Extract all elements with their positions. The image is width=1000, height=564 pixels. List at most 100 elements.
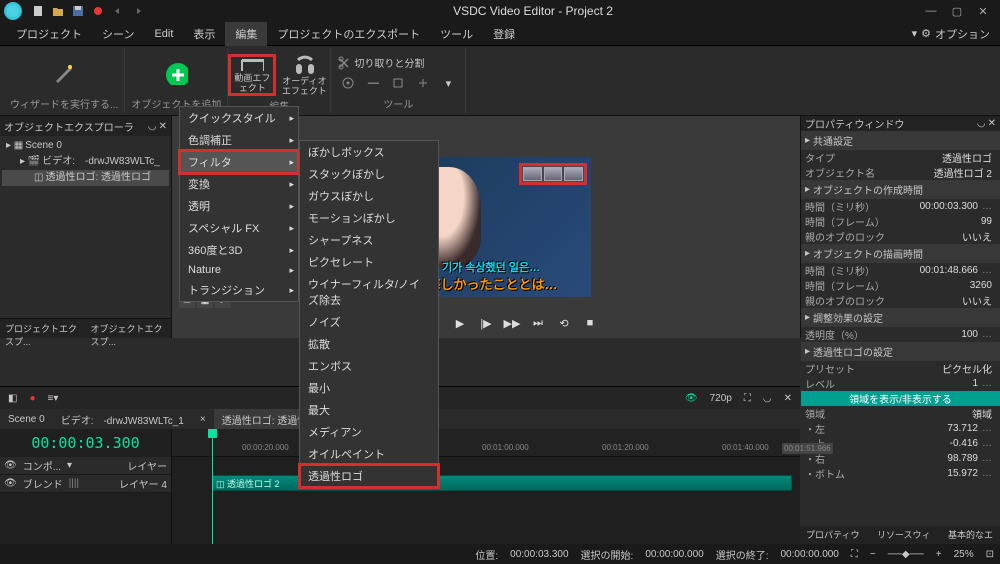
cut-split-button[interactable]: 切り取りと分割: [337, 55, 459, 70]
tree-video[interactable]: ▸ 🎬 ビデオ: -drwJW83WLTc_: [2, 154, 169, 170]
zoom-slider[interactable]: ──◆──: [888, 549, 924, 560]
panel-close-icon[interactable]: ✕: [988, 118, 996, 129]
app-logo: [4, 2, 22, 20]
filter-diffuse[interactable]: 拡散: [300, 333, 438, 355]
filter-sharpen[interactable]: シャープネス: [300, 229, 438, 251]
tl-eye-icon[interactable]: 👁: [681, 391, 702, 406]
selection-handles[interactable]: [519, 163, 587, 185]
new-icon[interactable]: [31, 4, 45, 18]
menu-edit[interactable]: 編集: [225, 22, 267, 46]
eye-icon[interactable]: 👁: [4, 478, 17, 489]
open-icon[interactable]: [51, 4, 65, 18]
menu-project[interactable]: プロジェクト: [6, 22, 92, 46]
filter-stackblur[interactable]: スタックぼかし: [300, 163, 438, 185]
filter-blurbox[interactable]: ぼかしボックス: [300, 141, 438, 163]
tool-b[interactable]: —: [362, 72, 384, 94]
panel-close-icon[interactable]: ✕: [159, 121, 167, 132]
menu-export[interactable]: プロジェクトのエクスポート: [267, 22, 430, 46]
filter-wiener[interactable]: ウイナーフィルタ/ノイズ除去: [300, 273, 438, 311]
properties-panel: プロパティウィンドウ ◡✕ ▸共通設定 タイプ透過性ロゴ オブジェクト名透過性ロ…: [800, 116, 1000, 338]
tl-x-icon[interactable]: ◧: [4, 391, 21, 406]
audio-fx-button[interactable]: オーディオエフェクト: [278, 54, 330, 96]
tl-res[interactable]: 720p: [706, 391, 736, 406]
add-object-button[interactable]: [159, 52, 193, 94]
tab-project-explorer[interactable]: プロジェクトエクスプ...: [0, 319, 86, 338]
filter-motion[interactable]: モーションぼかし: [300, 207, 438, 229]
menu-scene[interactable]: シーン: [92, 22, 144, 46]
rtab-props[interactable]: プロパティウィン...: [800, 526, 871, 544]
timeline-tracks[interactable]: 00:00:20.000 00:00:40.000 00:01:00.000 0…: [172, 429, 800, 544]
zoom-out-icon[interactable]: −: [870, 549, 876, 560]
next-frame-icon[interactable]: ▶▶: [503, 314, 521, 332]
menu-quickstyle[interactable]: クイックスタイル: [180, 107, 298, 129]
filter-submenu: ぼかしボックス スタックぼかし ガウスぼかし モーションぼかし シャープネス ピ…: [299, 140, 439, 488]
maximize-button[interactable]: ▢: [944, 0, 970, 22]
rtab-fx[interactable]: 基本的なエフ...: [942, 526, 1000, 544]
tool-a[interactable]: [337, 72, 359, 94]
eye-icon[interactable]: 👁: [4, 460, 17, 471]
tl-tab-scene[interactable]: Scene 0: [0, 411, 53, 428]
tree-scene[interactable]: ▸ ▦ Scene 0: [2, 138, 169, 154]
options-button[interactable]: ▾ ⚙ オプション: [912, 26, 994, 42]
step-fwd-icon[interactable]: |▶: [477, 314, 495, 332]
save-icon[interactable]: [71, 4, 85, 18]
menu-register[interactable]: 登録: [483, 22, 525, 46]
menu-view[interactable]: 表示: [183, 22, 225, 46]
wizard-button[interactable]: [47, 52, 81, 94]
redo-icon[interactable]: [131, 4, 145, 18]
filter-noise[interactable]: ノイズ: [300, 311, 438, 333]
filter-min[interactable]: 最小: [300, 377, 438, 399]
menu-tools[interactable]: ツール: [430, 22, 483, 46]
right-tabs: プロパティウィン... リソースウィンド... 基本的なエフ...: [800, 526, 1000, 544]
skip-end-icon[interactable]: ⏭: [529, 314, 547, 332]
loop-icon[interactable]: ⟲: [555, 314, 573, 332]
show-hide-region[interactable]: 領域を表示/非表示する: [801, 391, 1000, 406]
tree-logo[interactable]: ◫ 透過性ロゴ: 透過性ロゴ: [2, 170, 169, 186]
undo-icon[interactable]: [111, 4, 125, 18]
status-bar: 位置:00:00:03.300 選択の開始:00:00:00.000 選択の終了…: [0, 544, 1000, 564]
filter-max[interactable]: 最大: [300, 399, 438, 421]
filter-delogo[interactable]: 透過性ロゴ: [300, 465, 438, 487]
track-header-2[interactable]: 👁 ブレンド |||| レイヤー 4: [0, 475, 171, 493]
filter-median[interactable]: メディアン: [300, 421, 438, 443]
video-fx-button[interactable]: 動画エフェクト: [228, 54, 276, 96]
tl-list-icon[interactable]: ≡▾: [44, 391, 63, 406]
menu-filter[interactable]: フィルタ: [180, 151, 298, 173]
filter-pixelate[interactable]: ピクセレート: [300, 251, 438, 273]
pin-icon[interactable]: ◡: [148, 121, 157, 132]
filter-emboss[interactable]: エンボス: [300, 355, 438, 377]
expand-icon[interactable]: ⛶: [851, 549, 858, 560]
menu-nature[interactable]: Nature: [180, 261, 298, 279]
playhead[interactable]: [212, 429, 213, 544]
menu-transition[interactable]: トランジション: [180, 279, 298, 301]
tl-expand-icon[interactable]: ⛶: [740, 391, 755, 406]
close-button[interactable]: ✕: [970, 0, 996, 22]
minimize-button[interactable]: —: [918, 0, 944, 22]
menu-360[interactable]: 360度と3D: [180, 239, 298, 261]
menu-color[interactable]: 色調補正: [180, 129, 298, 151]
tab-object-explorer[interactable]: オブジェクトエクスプ...: [86, 319, 172, 338]
filter-gaussian[interactable]: ガウスぼかし: [300, 185, 438, 207]
record-icon[interactable]: [91, 4, 105, 18]
track-header-1[interactable]: 👁 コンポ...▾ レイヤー: [0, 457, 171, 475]
tl-tab-video[interactable]: ビデオ: -drwJW83WLTc_1: [53, 409, 192, 430]
pin-icon[interactable]: ◡: [977, 118, 986, 129]
tl-close-icon[interactable]: ✕: [780, 391, 796, 406]
play-icon[interactable]: ▶: [451, 314, 469, 332]
menu-edit-en[interactable]: Edit: [144, 24, 183, 44]
menu-specialfx[interactable]: スペシャル FX: [180, 217, 298, 239]
zoom-in-icon[interactable]: +: [936, 549, 942, 560]
menu-transparent[interactable]: 透明: [180, 195, 298, 217]
tl-rec-icon[interactable]: ●: [25, 391, 39, 406]
filter-oilpaint[interactable]: オイルペイント: [300, 443, 438, 465]
tool-d[interactable]: [412, 72, 434, 94]
tl-tab-x1[interactable]: ×: [192, 411, 214, 428]
tool-e[interactable]: ▾: [437, 72, 459, 94]
tool-c[interactable]: [387, 72, 409, 94]
tl-pin-icon[interactable]: ◡: [759, 391, 776, 406]
menu-transform[interactable]: 変換: [180, 173, 298, 195]
gear-icon: ⚙: [921, 27, 931, 40]
fit-icon[interactable]: ⊡: [986, 549, 994, 560]
rtab-resource[interactable]: リソースウィンド...: [871, 526, 942, 544]
stop-icon[interactable]: ■: [581, 314, 599, 332]
